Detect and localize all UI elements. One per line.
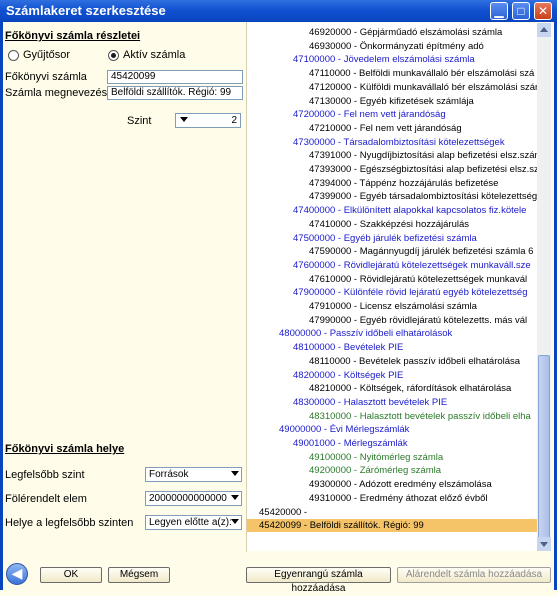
location-section-title: Főkönyvi számla helye — [5, 443, 125, 455]
tree-row[interactable]: 47300000 - Társadalombiztosítási kötelez… — [247, 136, 537, 149]
close-button[interactable]: ✕ — [534, 2, 552, 20]
scroll-up-icon[interactable] — [537, 23, 551, 37]
title-bar: Számlakeret szerkesztése ▁ □ ✕ — [0, 0, 557, 22]
position-label: Helye a legfelsőbb szinten — [5, 517, 134, 529]
account-tree[interactable]: 46920000 - Gépjárműadó elszámolási száml… — [247, 23, 537, 551]
tree-row[interactable]: 49001000 - Mérlegszámlák — [247, 437, 537, 450]
maximize-button[interactable]: □ — [512, 2, 530, 20]
tree-row[interactable]: 48110000 - Bevételek passzív időbeli elh… — [247, 355, 537, 368]
details-panel: Főkönyvi számla részletei Gyűjtősor Aktí… — [3, 22, 245, 560]
tree-row[interactable]: 49000000 - Évi Mérlegszámlák — [247, 423, 537, 436]
tree-row[interactable]: 47100000 - Jövedelem elszámolási számla — [247, 53, 537, 66]
minimize-icon: ▁ — [494, 4, 504, 18]
account-label: Főkönyvi számla — [5, 71, 87, 83]
tree-row[interactable]: 47600000 - Rövidlejáratú kötelezettségek… — [247, 259, 537, 272]
minimize-button[interactable]: ▁ — [490, 2, 508, 20]
parent-value: 20000000000000 — [149, 493, 227, 504]
tree-row-selected[interactable]: 45420099 - Belföldi szállítók. Régió: 99 — [247, 519, 537, 533]
scroll-thumb[interactable] — [538, 355, 550, 539]
tree-row[interactable]: 49100000 - Nyitómérleg számla — [247, 451, 537, 464]
position-value: Legyen előtte a(z): — [149, 517, 232, 528]
tree-row[interactable]: 47210000 - Fel nem vett járandóság — [247, 122, 537, 135]
arrow-left-icon: ◀ — [11, 565, 23, 581]
tree-row[interactable]: 48200000 - Költségek PIE — [247, 369, 537, 382]
chevron-down-icon — [231, 495, 239, 500]
tree-row[interactable]: 45420000 - — [247, 506, 537, 519]
details-section-title: Főkönyvi számla részletei — [5, 30, 141, 42]
cancel-button[interactable]: Mégsem — [108, 567, 170, 583]
radio-collector-circle[interactable] — [8, 49, 19, 61]
parent-label: Fölérendelt elem — [5, 493, 87, 505]
name-label: Számla megnevezése — [5, 87, 114, 99]
tree-row[interactable]: 47400000 - Elkülönített alapokkal kapcso… — [247, 204, 537, 217]
tree-row[interactable]: 49310000 - Eredmény áthozat előző évből — [247, 492, 537, 505]
tree-row[interactable]: 46930000 - Önkormányzati építmény adó — [247, 40, 537, 53]
window-title: Számlakeret szerkesztése — [6, 3, 166, 18]
add-sibling-button[interactable]: Egyenrangú számla hozzáadása — [246, 567, 391, 594]
level-select[interactable]: 2 — [175, 113, 241, 128]
tree-row[interactable]: 47399000 - Egyéb társadalombiztosítási k… — [247, 190, 537, 203]
level-label: Szint — [127, 115, 152, 127]
tree-row[interactable]: 48210000 - Költségek, ráfordítások elhat… — [247, 382, 537, 395]
tree-row[interactable]: 47110000 - Belföldi munkavállaló bér els… — [247, 67, 537, 80]
tree-row[interactable]: 48310000 - Halasztott bevételek passzív … — [247, 410, 537, 423]
close-icon: ✕ — [537, 4, 549, 18]
tree-row[interactable]: 47394000 - Táppénz hozzájárulás befizeté… — [247, 177, 537, 190]
tree-row[interactable]: 46920000 - Gépjárműadó elszámolási száml… — [247, 26, 537, 39]
name-field[interactable]: Belföldi szállítók. Régió: 99 — [107, 86, 243, 100]
tree-row[interactable]: 47610000 - Rövidlejáratú kötelezettségek… — [247, 273, 537, 286]
level-value: 2 — [231, 115, 237, 126]
tree-row[interactable]: 47200000 - Fel nem vett járandóság — [247, 108, 537, 121]
back-button[interactable]: ◀ — [6, 563, 28, 585]
top-level-select[interactable]: Források — [145, 467, 242, 482]
tree-row[interactable]: 49300000 - Adózott eredmény elszámolása — [247, 478, 537, 491]
tree-row[interactable]: 47590000 - Magánnyugdíj járulék befizeté… — [247, 245, 537, 258]
position-select[interactable]: Legyen előtte a(z): — [145, 515, 242, 530]
radio-active[interactable]: Aktív számla — [108, 49, 185, 61]
chevron-down-icon — [180, 117, 188, 122]
top-level-label: Legfelsőbb szint — [5, 469, 85, 481]
account-field[interactable]: 45420099 — [107, 70, 243, 84]
tree-scrollbar[interactable] — [537, 23, 551, 551]
tree-row[interactable]: 48300000 - Halasztott bevételek PIE — [247, 396, 537, 409]
tree-row[interactable]: 48000000 - Passzív időbeli elhatárolások — [247, 327, 537, 340]
tree-row[interactable]: 47900000 - Különféle rövid lejáratú egyé… — [247, 286, 537, 299]
tree-row[interactable]: 47990000 - Egyéb rövidlejáratú kötelezet… — [247, 314, 537, 327]
tree-row[interactable]: 47410000 - Szakképzési hozzájárulás — [247, 218, 537, 231]
parent-select[interactable]: 20000000000000 — [145, 491, 242, 506]
tree-row[interactable]: 49200000 - Zárómérleg számla — [247, 464, 537, 477]
maximize-icon: □ — [517, 4, 525, 18]
radio-collector[interactable]: Gyűjtősor — [8, 49, 70, 61]
tree-row[interactable]: 47910000 - Licensz elszámolási számla — [247, 300, 537, 313]
radio-active-circle[interactable] — [108, 49, 119, 61]
ok-button[interactable]: OK — [40, 567, 102, 583]
top-level-value: Források — [149, 469, 189, 480]
tree-row[interactable]: 47130000 - Egyéb kifizetések számlája — [247, 95, 537, 108]
tree-row[interactable]: 47120000 - Külföldi munkavállaló bér els… — [247, 81, 537, 94]
add-child-button[interactable]: Alárendelt számla hozzáadása — [397, 567, 551, 583]
tree-row[interactable]: 47391000 - Nyugdíjbiztosítási alap befiz… — [247, 149, 537, 162]
radio-collector-label: Gyűjtősor — [23, 49, 71, 61]
tree-row[interactable]: 48100000 - Bevételek PIE — [247, 341, 537, 354]
chevron-down-icon — [231, 471, 239, 476]
chevron-down-icon — [231, 519, 239, 524]
radio-active-label: Aktív számla — [123, 49, 186, 61]
tree-row[interactable]: 47393000 - Egészségbiztosítási alap befi… — [247, 163, 537, 176]
scroll-down-icon[interactable] — [537, 537, 551, 551]
tree-row[interactable]: 47500000 - Egyéb járulék befizetési szám… — [247, 232, 537, 245]
